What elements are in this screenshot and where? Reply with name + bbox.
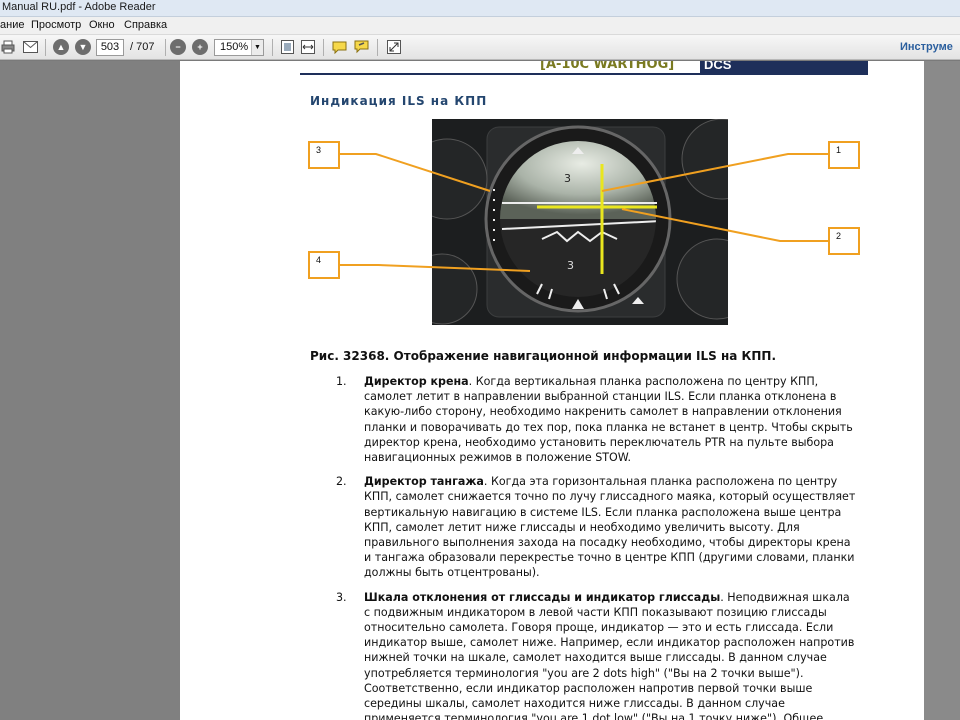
section-title: Индикация ILS на КПП xyxy=(310,94,488,108)
banner-left: [A-10C WARTHOG] xyxy=(300,61,700,75)
menu-item-view[interactable]: Просмотр xyxy=(31,19,81,31)
chevron-down-icon[interactable]: ▼ xyxy=(251,40,263,55)
list-item-text: . Неподвижная шкала с подвижным индикато… xyxy=(364,590,855,720)
next-page-icon[interactable]: ▼ xyxy=(75,39,91,55)
list-item: 3. Шкала отклонения от глиссады и индика… xyxy=(336,590,856,720)
list-item-number: 3. xyxy=(336,590,347,604)
fit-width-icon[interactable] xyxy=(300,39,316,55)
page-header-banner: [A-10C WARTHOG] DCS xyxy=(300,61,868,75)
fit-page-icon[interactable] xyxy=(279,39,295,55)
tools-link[interactable]: Инструме xyxy=(900,41,953,53)
callout-3: 3 xyxy=(308,141,340,169)
comment-icon[interactable] xyxy=(331,39,347,55)
adi-figure: 3 3 xyxy=(432,119,728,325)
list-item-term: Директор крена xyxy=(364,375,469,388)
zoom-in-icon[interactable]: + xyxy=(192,39,208,55)
window-title: Manual RU.pdf - Adobe Reader xyxy=(2,1,156,13)
list-item-text: . Когда вертикальная планка расположена … xyxy=(364,375,853,465)
page-total: / 707 xyxy=(130,41,155,53)
print-icon[interactable] xyxy=(0,39,16,55)
callout-4: 4 xyxy=(308,251,340,279)
title-bar: Manual RU.pdf - Adobe Reader xyxy=(0,0,960,17)
menu-bar: ание Просмотр Окно Справка xyxy=(0,17,960,35)
callout-2: 2 xyxy=(828,227,860,255)
list-item-text: . Когда эта горизонтальная планка распол… xyxy=(364,475,856,580)
numbered-list: 1. Директор крена. Когда вертикальная пл… xyxy=(336,374,856,720)
fullscreen-icon[interactable] xyxy=(386,39,402,55)
highlight-icon[interactable] xyxy=(353,39,369,55)
list-item-number: 1. xyxy=(336,375,347,388)
previous-page-icon[interactable]: ▲ xyxy=(53,39,69,55)
menu-item-help[interactable]: Справка xyxy=(124,19,167,31)
svg-text:3: 3 xyxy=(567,259,574,272)
zoom-value: 150% xyxy=(220,41,249,53)
banner-dcs-label: DCS xyxy=(704,61,732,72)
banner-right: DCS xyxy=(700,61,868,75)
figure-caption: Рис. 32368. Отображение навигационной ин… xyxy=(310,349,777,363)
menu-item-window[interactable]: Окно xyxy=(89,19,115,31)
list-item: 1. Директор крена. Когда вертикальная пл… xyxy=(336,374,856,465)
email-icon[interactable] xyxy=(22,39,38,55)
banner-product-name: [A-10C WARTHOG] xyxy=(540,61,675,72)
zoom-out-icon[interactable]: − xyxy=(170,39,186,55)
zoom-select[interactable]: 150% ▼ xyxy=(214,39,264,56)
svg-text:3: 3 xyxy=(564,172,571,185)
menu-item-view-partial[interactable]: ание xyxy=(0,19,24,31)
pdf-page: [A-10C WARTHOG] DCS Индикация ILS на КПП xyxy=(180,61,924,720)
document-margin xyxy=(924,61,960,720)
callout-1: 1 xyxy=(828,141,860,169)
list-item-term: Директор тангажа xyxy=(364,475,484,489)
list-item-term: Шкала отклонения от глиссады и индикатор… xyxy=(364,590,721,604)
page-number-input[interactable]: 503 xyxy=(96,39,124,56)
list-item-number: 2. xyxy=(336,475,347,489)
list-item: 2. Директор тангажа. Когда эта горизонта… xyxy=(336,474,856,580)
toolbar: ▲ ▼ 503 / 707 − + 150% ▼ Инструме xyxy=(0,35,960,60)
adi-image: 3 3 xyxy=(432,119,728,325)
